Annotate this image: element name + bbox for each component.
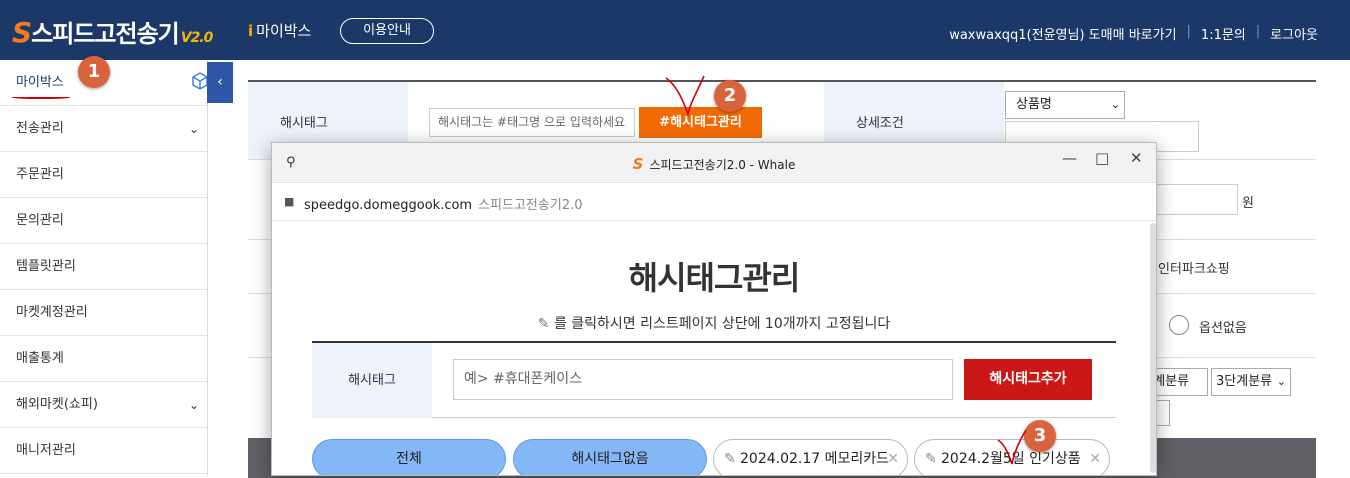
popup-heading: 해시태그관리 [628, 259, 801, 297]
sidebar-item-managers[interactable]: 매니저관리 [0, 428, 207, 474]
sidebar-item-label: 매니저관리 [16, 443, 76, 458]
chip-label: 2024.02.17 메모리카드 [740, 451, 890, 467]
popup-titlebar: ⚲ S 스피드고전송기2.0 - Whale — □ ✕ [272, 143, 1156, 183]
window-logo-icon: S [632, 155, 644, 173]
category4-select[interactable] [1156, 400, 1170, 426]
lock-icon: ■ [284, 195, 295, 208]
url-domain: speedgo.domeggook.com [304, 198, 473, 213]
sidebar-item-label: 해외마켓(쇼피) [16, 397, 98, 412]
logo-version: V2.0 [180, 30, 214, 46]
link-divider: | [1186, 24, 1191, 39]
box-icon[interactable] [192, 72, 208, 90]
sidebar-item-label: 템플릿관리 [16, 259, 76, 274]
sidebar-item-label: 문의관리 [16, 213, 64, 228]
sidebar-item-shopee[interactable]: 해외마켓(쇼피) ⌄ [0, 382, 207, 428]
sidebar-item-label: 전송관리 [16, 121, 64, 136]
annotation-badge-2: 2 [714, 80, 746, 112]
paperclip-icon[interactable]: ✎ [925, 440, 937, 475]
popup-window-title: S 스피드고전송기2.0 - Whale [272, 155, 1156, 173]
sidebar-item-label: 마이박스 [16, 75, 64, 90]
top-header: S스피드고전송기 V2.0 i 마이박스 이용안내 waxwaxqq1(전윤영님) … [0, 0, 1350, 60]
sidebar-item-sales-stats[interactable]: 매출통계 [0, 336, 207, 382]
sidebar-item-label: 주문관리 [16, 167, 64, 182]
interpark-checkbox-label[interactable]: 인터파크쇼핑 [1158, 258, 1230, 277]
price-input[interactable] [1148, 184, 1238, 215]
product-field-value: 상품명 [1016, 97, 1052, 112]
guide-button[interactable]: 이용안내 [340, 18, 434, 44]
category3-select[interactable]: 3단계분류 ⌄ [1211, 368, 1291, 396]
mybox-i-icon: i [248, 22, 254, 40]
sidebar-item-label: 매출통계 [16, 351, 64, 366]
sidebar-item-transfer[interactable]: 전송관리 ⌄ [0, 106, 207, 152]
close-icon[interactable]: ✕ [1089, 440, 1101, 475]
inquiry-link[interactable]: 1:1문의 [1201, 24, 1246, 43]
window-title-text: 스피드고전송기2.0 - Whale [649, 158, 796, 172]
option-none-radio[interactable] [1169, 315, 1189, 335]
mybox-label: 마이박스 [256, 22, 312, 40]
close-icon[interactable]: ✕ [887, 440, 899, 475]
mybox-nav[interactable]: i 마이박스 [248, 20, 311, 41]
red-check-annotation [665, 75, 705, 117]
product-field-select[interactable]: 상품명 ⌄ [1005, 91, 1125, 119]
hashtag-input[interactable]: 해시태그는 #태그명 으로 입력하세요 [429, 108, 635, 137]
minimize-icon[interactable]: — [1062, 149, 1077, 167]
popup-subtitle: ✎ 를 클릭하시면 리스트페이지 상단에 10개까지 고정됩니다 [272, 313, 1156, 333]
paperclip-icon: ✎ [537, 316, 550, 332]
chevron-down-icon: ⌄ [1110, 98, 1120, 111]
red-underline-annotation [12, 95, 70, 99]
maximize-icon[interactable]: □ [1095, 149, 1109, 167]
sidebar-item-inquiries[interactable]: 문의관리 [0, 198, 207, 244]
hashtag-add-form: 해시태그 예> #휴대폰케이스 해시태그추가 [312, 341, 1116, 418]
logo-text: 스피드고전송기 [31, 20, 180, 48]
link-divider: | [1255, 24, 1261, 39]
chip-all[interactable]: 전체 [312, 439, 506, 475]
chip-hashtag[interactable]: ✎ 2024.02.17 메모리카드 ✕ [713, 439, 908, 475]
sidebar-item-templates[interactable]: 템플릿관리 [0, 244, 207, 290]
chevron-down-icon: ⌄ [188, 122, 199, 136]
annotation-badge-1: 1 [78, 56, 110, 88]
sidebar-item-orders[interactable]: 주문관리 [0, 152, 207, 198]
domeme-link[interactable]: waxwaxqq1(전윤영님) 도매매 바로가기 [949, 24, 1176, 43]
top-links: waxwaxqq1(전윤영님) 도매매 바로가기 | 1:1문의 | 로그아웃 [949, 24, 1318, 43]
app-logo[interactable]: S스피드고전송기 V2.0 [12, 14, 214, 49]
hashtag-add-button[interactable]: 해시태그추가 [964, 359, 1092, 400]
url-text[interactable]: speedgo.domeggook.com 스피드고전송기2.0 [304, 194, 583, 213]
logout-link[interactable]: 로그아웃 [1270, 24, 1318, 43]
logo-s-mark: S [12, 16, 32, 49]
category3-value: 3단계분류 [1216, 374, 1273, 389]
chevron-down-icon: ⌄ [188, 398, 199, 412]
won-unit: 원 [1242, 196, 1254, 211]
url-page-title: 스피드고전송기2.0 [478, 198, 583, 213]
address-bar: ■ speedgo.domeggook.com 스피드고전송기2.0 [272, 183, 1156, 221]
sidebar: 마이박스 전송관리 ⌄ 주문관리 문의관리 템플릿관리 마켓계정관리 매출통계 해… [0, 60, 208, 476]
close-icon[interactable]: ✕ [1130, 149, 1143, 167]
paperclip-icon[interactable]: ✎ [724, 440, 736, 475]
hashtag-manager-popup: ⚲ S 스피드고전송기2.0 - Whale — □ ✕ ■ speedgo.do… [271, 142, 1157, 476]
hashtag-add-input[interactable]: 예> #휴대폰케이스 [453, 359, 953, 400]
popup-subtitle-text: 를 클릭하시면 리스트페이지 상단에 10개까지 고정됩니다 [553, 316, 891, 332]
hashtag-field-label: 해시태그 [312, 343, 432, 418]
sidebar-item-label: 마켓계정관리 [16, 305, 88, 320]
chip-no-hashtag[interactable]: 해시태그없음 [513, 439, 707, 475]
chevron-down-icon: ⌄ [1276, 375, 1286, 388]
option-none-label: 옵션없음 [1199, 321, 1247, 336]
sidebar-collapse-button[interactable]: ‹ [207, 62, 233, 103]
red-check-annotation [997, 429, 1027, 465]
sidebar-item-market-accounts[interactable]: 마켓계정관리 [0, 290, 207, 336]
